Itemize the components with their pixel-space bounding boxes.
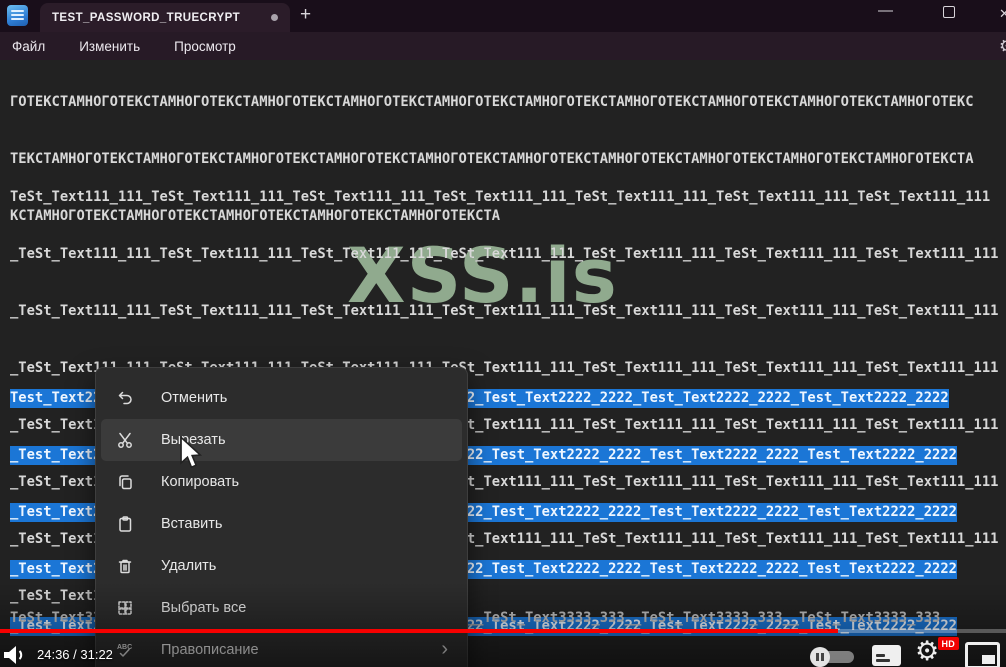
menu-edit[interactable]: Изменить <box>79 39 140 54</box>
editor-line: TeSt_Text111_111_TeSt_Text111_111_TeSt_T… <box>10 189 991 205</box>
menu-item-label: Удалить <box>161 558 217 574</box>
time-display: 24:36 / 31:22 <box>37 647 113 662</box>
menu-item-undo[interactable]: Отменить <box>101 377 462 419</box>
copy-icon <box>115 472 135 492</box>
autoplay-toggle[interactable] <box>810 647 856 667</box>
video-frame: ГОТЕКСТАМНОГОТЕКСТАМНОГОТЕКСТАМНОГОТЕКСТ… <box>0 0 1006 667</box>
unsaved-dot-icon <box>271 14 278 21</box>
mouse-cursor-icon <box>176 435 206 475</box>
settings-gear-icon[interactable]: ⚙ <box>915 636 939 667</box>
undo-icon <box>115 388 135 408</box>
menu-item-label: Правописание <box>161 642 259 658</box>
menubar: Файл Изменить Просмотр ⚙ <box>0 32 1006 60</box>
menu-item-label: Копировать <box>161 474 240 490</box>
menu-item-label: Вставить <box>161 516 223 532</box>
pause-icon <box>810 647 830 667</box>
menu-item-label: Отменить <box>161 390 228 406</box>
menu-item-cut[interactable]: Вырезать <box>101 419 462 461</box>
delete-icon <box>115 556 135 576</box>
submenu-chevron-icon: › <box>441 637 448 660</box>
menu-file[interactable]: Файл <box>12 39 45 54</box>
xss-watermark: XSS.is <box>347 231 618 320</box>
miniplayer-icon[interactable] <box>965 642 1000 667</box>
volume-icon[interactable] <box>2 643 28 667</box>
minimize-button[interactable]: — <box>878 2 893 19</box>
cut-icon <box>115 430 135 450</box>
maximize-button[interactable] <box>943 6 955 18</box>
menu-item-paste[interactable]: Вставить <box>101 503 462 545</box>
close-button[interactable]: ✕ <box>999 6 1006 22</box>
new-tab-button[interactable]: + <box>300 4 311 26</box>
spellcheck-icon: ABC <box>115 640 135 660</box>
menu-item-select-all[interactable]: Выбрать все <box>101 587 462 629</box>
context-menu: Отменить Вырезать Копировать Вставить Уд… <box>95 367 468 667</box>
menu-item-copy[interactable]: Копировать <box>101 461 462 503</box>
tab-test-password-truecrypt[interactable]: TEST_PASSWORD_TRUECRYPT <box>40 3 290 32</box>
menu-item-delete[interactable]: Удалить <box>101 545 462 587</box>
paste-icon <box>115 514 135 534</box>
menu-item-spellcheck[interactable]: ABC Правописание › <box>101 629 462 667</box>
gear-icon[interactable]: ⚙ <box>999 36 1006 57</box>
subtitles-icon[interactable] <box>872 645 901 666</box>
menu-item-label: Выбрать все <box>161 600 247 616</box>
select-all-icon <box>115 598 135 618</box>
notepad-icon <box>7 5 28 26</box>
tab-title: TEST_PASSWORD_TRUECRYPT <box>52 11 241 24</box>
svg-text:ABC: ABC <box>117 644 132 651</box>
menu-view[interactable]: Просмотр <box>174 39 236 54</box>
video-progress-fill <box>0 629 838 633</box>
editor-line: ГОТЕКСТАМНОГОТЕКСТАМНОГОТЕКСТАМНОГОТЕКСТ… <box>10 94 974 110</box>
hd-quality-badge: HD <box>938 637 959 650</box>
video-progress-bar[interactable] <box>0 629 1006 633</box>
titlebar: TEST_PASSWORD_TRUECRYPT + — ✕ <box>0 0 1006 32</box>
